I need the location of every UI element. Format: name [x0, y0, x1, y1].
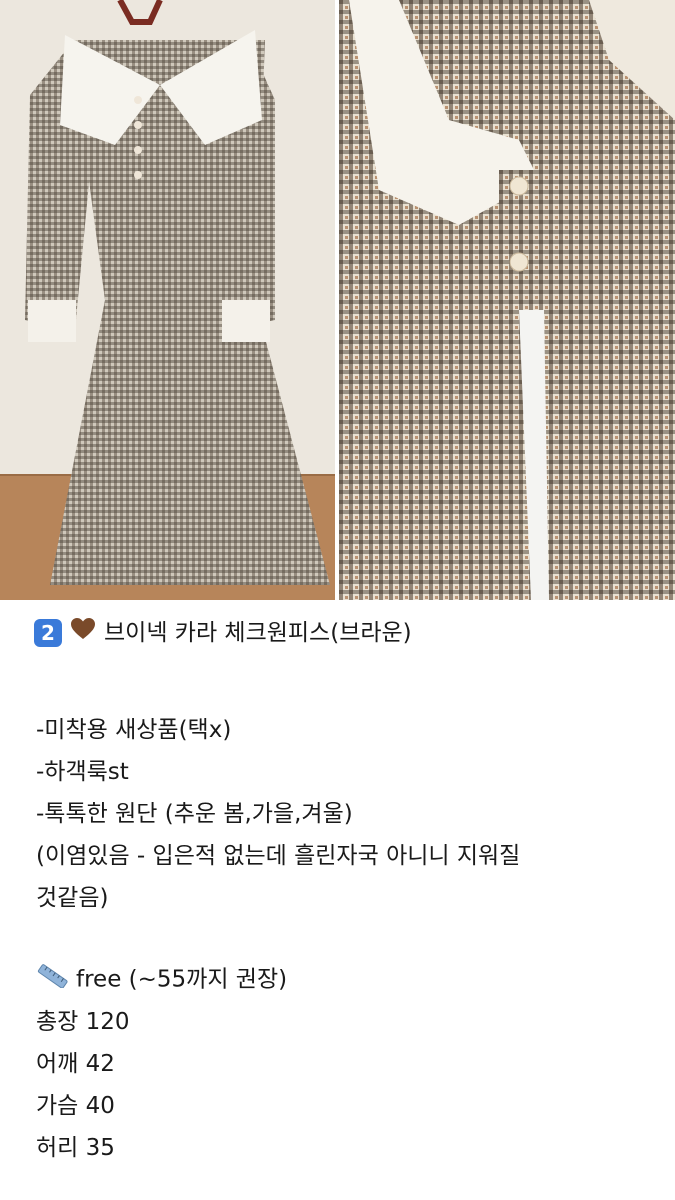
- post-line-5: 것같음): [36, 885, 109, 911]
- brown-heart-icon: [70, 617, 96, 649]
- measure-length: 총장 120: [36, 1009, 130, 1035]
- post-line-2: -하객룩st: [36, 759, 129, 785]
- ruler-icon: [36, 964, 70, 996]
- dress-illustration: [0, 0, 335, 600]
- measure-shoulder: 어깨 42: [36, 1051, 115, 1077]
- measure-waist: 허리 35: [36, 1135, 115, 1161]
- closeup-illustration: [339, 0, 675, 600]
- post-title: 2 브이넥 카라 체크원피스(브라운): [34, 617, 412, 649]
- size-line: free (~55까지 권장): [36, 964, 287, 996]
- photo-dress-closeup[interactable]: [339, 0, 675, 600]
- measure-chest: 가슴 40: [36, 1093, 115, 1119]
- post-line-3: -톡톡한 원단 (추운 봄,가을,겨울): [36, 801, 353, 827]
- photo-collage: [0, 0, 675, 600]
- photo-full-dress[interactable]: [0, 0, 335, 600]
- keycap-number-icon: 2: [34, 619, 62, 647]
- post-title-text: 브이넥 카라 체크원피스(브라운): [104, 620, 412, 646]
- post-line-4: (이염있음 - 입은적 없는데 흘린자국 아니니 지워질: [36, 843, 521, 869]
- size-text: free (~55까지 권장): [76, 966, 288, 993]
- post-line-1: -미착용 새상품(택x): [36, 717, 232, 743]
